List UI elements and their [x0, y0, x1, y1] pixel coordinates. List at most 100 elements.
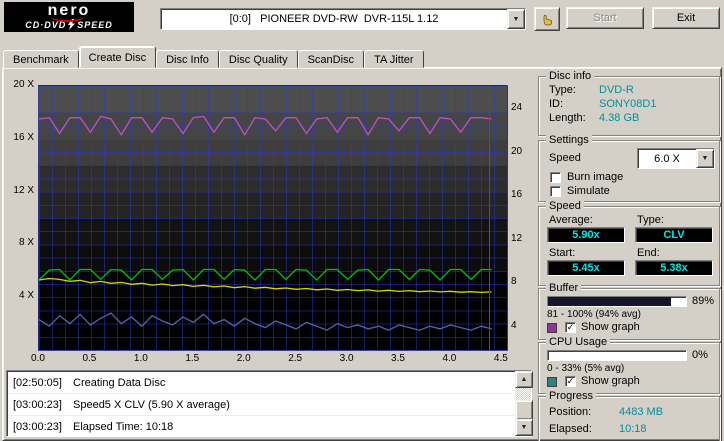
scroll-up-button[interactable]: ▲ — [515, 371, 533, 388]
position-label: Position: — [549, 406, 592, 418]
tab-ta-jitter[interactable]: TA Jitter — [364, 50, 424, 68]
x-tick: 4.0 — [442, 353, 457, 364]
burn-image-checkbox[interactable] — [550, 172, 561, 183]
tab-create-disc[interactable]: Create Disc — [78, 46, 157, 68]
log-timestamp: [03:00:23] — [13, 420, 62, 433]
x-tick: 0.0 — [31, 353, 45, 364]
logo-product-right: SPEED — [77, 19, 113, 30]
panel-settings-title: Settings — [546, 134, 592, 146]
panel-speed-title: Speed — [546, 200, 584, 212]
drive-select[interactable]: [0:0] PIONEER DVD-RW DVR-115L 1.12 ▼ — [160, 8, 526, 30]
buffer-show-graph-label: Show graph — [581, 321, 640, 333]
y-right-tick: 24 — [511, 101, 523, 113]
y-right-tick: 20 — [511, 145, 523, 157]
drive-select-value: [0:0] PIONEER DVD-RW DVR-115L 1.12 — [229, 13, 439, 25]
x-tick: 3.0 — [339, 353, 354, 364]
cpu-percent: 0% — [692, 349, 708, 361]
x-tick: 1.5 — [185, 353, 200, 364]
disc-type-label: Type: — [549, 84, 576, 96]
log-box: [02:50:05] Creating Data Disc [03:00:23] Sp… — [6, 370, 533, 437]
scroll-down-icon: ▼ — [520, 424, 528, 431]
elapsed-label: Elapsed: — [549, 423, 592, 435]
buffer-show-graph-checkbox[interactable]: ✓ — [565, 322, 576, 333]
log-message: Speed5 X CLV (5.90 X average) — [73, 398, 230, 411]
buffer-range: 81 - 100% (94% avg) — [547, 309, 641, 320]
log-row: [03:00:23] Elapsed Time: 10:18 — [8, 416, 514, 435]
chart-series-svg — [39, 86, 492, 350]
y-left-tick: 8 X — [18, 237, 34, 249]
nero-logo: nero CD·DVD SPEED — [4, 2, 134, 32]
y-right-tick: 8 — [511, 276, 517, 288]
simulate-checkbox[interactable] — [550, 186, 561, 197]
disc-length-value: 4.38 GB — [599, 112, 640, 124]
y-right-tick: 16 — [511, 189, 523, 201]
x-tick: 3.5 — [391, 353, 405, 364]
speed-select-dropdown-button[interactable]: ▼ — [696, 149, 714, 168]
x-tick: 4.5 — [493, 353, 508, 364]
log-scrollbar[interactable]: ▲ ▼ — [515, 371, 533, 436]
end-value: 5.38x — [635, 260, 713, 276]
cpu-bar — [547, 350, 687, 361]
cpu-color-swatch — [547, 377, 557, 387]
average-label: Average: — [549, 214, 593, 226]
burn-image-label: Burn image — [567, 171, 624, 183]
panel-settings: Settings Speed 6.0 X ▼ Burn image Simula… — [538, 134, 720, 202]
scroll-down-button[interactable]: ▼ — [515, 419, 533, 436]
panel-speed: Speed Average: Type: 5.90x CLV Start: En… — [538, 200, 720, 286]
type-label: Type: — [637, 214, 664, 226]
log-row: [03:00:23] Speed5 X CLV (5.90 X average) — [8, 394, 514, 416]
drive-select-dropdown-button[interactable]: ▼ — [507, 9, 525, 29]
speed-setting-label: Speed — [549, 152, 581, 164]
buffer-bar — [547, 296, 687, 307]
average-value: 5.90x — [547, 227, 625, 243]
x-tick: 0.5 — [82, 353, 97, 364]
panel-cpu-title: CPU Usage — [546, 336, 611, 348]
x-tick: 2.5 — [288, 353, 303, 364]
type-value: CLV — [635, 227, 713, 243]
panel-progress-title: Progress — [546, 390, 597, 402]
tab-bar: Benchmark Create Disc Disc Info Disc Qualit… — [3, 46, 424, 68]
cpu-show-graph-label: Show graph — [581, 375, 640, 387]
speed-select-value: 6.0 X — [654, 152, 680, 165]
speed-select[interactable]: 6.0 X ▼ — [637, 148, 715, 169]
disc-type-value: DVD-R — [599, 84, 634, 96]
chevron-down-icon: ▼ — [512, 15, 520, 23]
logo-brand: nero — [47, 2, 91, 19]
cpu-range: 0 - 33% (5% avg) — [547, 363, 625, 374]
hand-icon — [543, 14, 552, 25]
start-button[interactable]: Start — [566, 7, 644, 29]
series-cpu-usage — [39, 312, 492, 331]
log-timestamp: [03:00:23] — [13, 398, 62, 411]
log-message: Creating Data Disc — [73, 376, 166, 389]
x-tick: 2.0 — [236, 353, 251, 364]
exit-button[interactable]: Exit — [652, 7, 720, 29]
tab-scandisc[interactable]: ScanDisc — [297, 50, 365, 68]
elapsed-value: 10:18 — [619, 423, 647, 435]
x-tick: 1.0 — [133, 353, 148, 364]
y-right-tick: 4 — [511, 320, 517, 332]
panel-progress: Progress Position: 4483 MB Elapsed: 10:1… — [538, 390, 720, 441]
tab-benchmark[interactable]: Benchmark — [3, 50, 79, 68]
panel-cpu: CPU Usage 0% 0 - 33% (5% avg) ✓ Show gra… — [538, 336, 720, 394]
disc-id-label: ID: — [549, 98, 564, 110]
buffer-color-swatch — [547, 323, 557, 333]
cpu-show-graph-checkbox[interactable]: ✓ — [565, 376, 576, 387]
y-left-tick: 12 X — [13, 184, 34, 196]
y-left-tick: 16 X — [13, 131, 34, 143]
disc-id-value: SONY08D1 — [599, 98, 657, 110]
scrollbar-thumb[interactable] — [515, 400, 533, 420]
tool-button[interactable] — [534, 7, 560, 31]
log-message: Elapsed Time: 10:18 — [73, 420, 174, 433]
tab-disc-quality[interactable]: Disc Quality — [218, 50, 298, 68]
position-value: 4483 MB — [619, 406, 664, 418]
log-list: [02:50:05] Creating Data Disc [03:00:23] Sp… — [8, 372, 514, 435]
tab-disc-info[interactable]: Disc Info — [156, 50, 219, 68]
chart-plot — [38, 85, 508, 351]
start-value: 5.45x — [547, 260, 625, 276]
buffer-percent: 89% — [692, 295, 715, 307]
series-write-speed — [39, 268, 492, 281]
buffer-bar-fill — [548, 297, 671, 306]
panel-buffer-title: Buffer — [546, 282, 582, 294]
simulate-label: Simulate — [567, 185, 610, 197]
start-label: Start: — [549, 247, 576, 259]
